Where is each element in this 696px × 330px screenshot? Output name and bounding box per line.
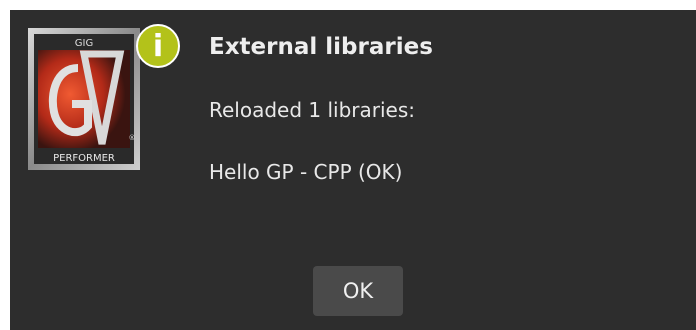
ok-button[interactable]: OK [313, 266, 403, 316]
external-libraries-dialog: GIG PERFORMER ® i External libraries Rel… [10, 10, 696, 330]
info-icon: i [136, 24, 180, 68]
dialog-message-line: Reloaded 1 libraries: [209, 98, 416, 122]
logo-bottom-text: PERFORMER [53, 153, 115, 164]
dialog-title: External libraries [209, 34, 433, 60]
info-icon-glyph: i [152, 28, 164, 64]
logo-area: GIG PERFORMER ® i [28, 24, 180, 178]
logo-registered-mark: ® [129, 134, 136, 142]
gig-performer-logo: GIG PERFORMER ® [28, 28, 140, 170]
logo-top-text: GIG [75, 38, 93, 49]
dialog-library-status: Hello GP - CPP (OK) [209, 160, 403, 184]
